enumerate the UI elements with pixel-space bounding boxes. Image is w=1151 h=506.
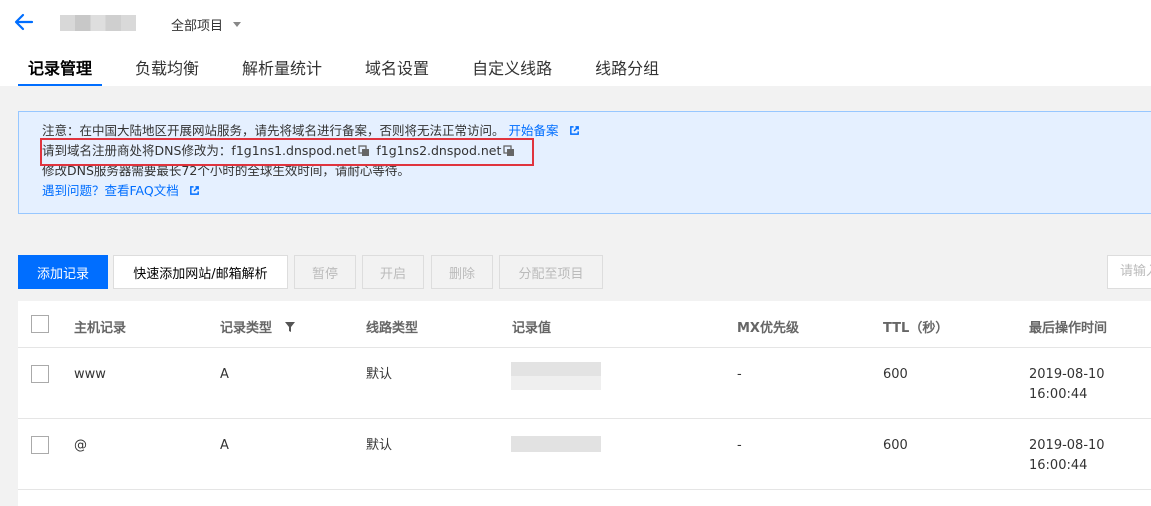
cell-mx: - [737, 367, 742, 382]
add-record-button[interactable]: 添加记录 [18, 255, 108, 289]
table-header: 主机记录 记录类型 线路类型 记录值 MX优先级 TTL（秒） 最后操作时间 [18, 301, 1151, 348]
cell-host: www [74, 367, 106, 382]
back-arrow-icon[interactable] [12, 10, 36, 34]
row-checkbox[interactable] [31, 365, 49, 383]
cell-type: A [220, 367, 229, 382]
domain-name-blurred [60, 15, 136, 31]
cell-ttl: 600 [883, 438, 908, 453]
tab-line-groups[interactable]: 线路分组 [585, 56, 669, 86]
cell-time: 2019-08-10 16:00:44 [1029, 365, 1105, 405]
select-all-checkbox[interactable] [31, 315, 49, 333]
search-input[interactable]: 请输入 [1107, 255, 1151, 289]
column-header-time: 最后操作时间 [1029, 321, 1108, 336]
column-header-value: 记录值 [512, 321, 552, 336]
chevron-down-icon [233, 21, 242, 27]
table-row[interactable]: www A 默认 - 600 2019-08-10 16:00:44 [18, 348, 1151, 419]
external-link-icon[interactable] [569, 125, 580, 136]
column-header-host: 主机记录 [74, 321, 127, 336]
pause-button[interactable]: 暂停 [294, 255, 356, 289]
column-header-type: 记录类型 [220, 317, 295, 336]
column-header-mx: MX优先级 [737, 321, 799, 336]
cell-line: 默认 [366, 438, 393, 453]
tab-bar: 记录管理 负载均衡 解析量统计 域名设置 自定义线路 线路分组 [18, 56, 692, 86]
external-link-icon[interactable] [189, 185, 200, 196]
record-toolbar: 添加记录 快速添加网站/邮箱解析 暂停 开启 删除 分配至项目 请输入 [18, 255, 1151, 289]
project-selector[interactable]: 全部项目 [171, 14, 242, 34]
cell-time-date: 2019-08-10 [1029, 438, 1105, 453]
highlight-annotation-box [40, 138, 534, 166]
faq-link[interactable]: 遇到问题？查看FAQ文档 [42, 183, 179, 198]
cell-line: 默认 [366, 367, 393, 382]
tab-record-management[interactable]: 记录管理 [18, 56, 103, 86]
notice-filing-text: 注意：在中国大陆地区开展网站服务，请先将域名进行备案，否则将无法正常访问。 [42, 123, 505, 138]
column-header-type-label: 记录类型 [220, 321, 273, 336]
row-checkbox[interactable] [31, 436, 49, 454]
assign-project-button[interactable]: 分配至项目 [499, 255, 603, 289]
cell-time-clock: 16:00:44 [1029, 458, 1088, 473]
cell-ttl: 600 [883, 367, 908, 382]
tab-domain-settings[interactable]: 域名设置 [355, 56, 439, 86]
cell-type: A [220, 438, 229, 453]
cell-host: @ [74, 438, 87, 453]
cell-time-date: 2019-08-10 [1029, 367, 1105, 382]
notice-line-faq: 遇到问题？查看FAQ文档 [42, 182, 200, 200]
column-header-line: 线路类型 [366, 321, 419, 336]
tab-custom-lines[interactable]: 自定义线路 [462, 56, 562, 86]
cell-value-blurred [511, 362, 601, 390]
quick-add-button[interactable]: 快速添加网站/邮箱解析 [113, 255, 288, 289]
delete-button[interactable]: 删除 [431, 255, 493, 289]
tab-load-balancing[interactable]: 负载均衡 [125, 56, 209, 86]
project-selector-label: 全部项目 [171, 18, 224, 34]
records-table: 主机记录 记录类型 线路类型 记录值 MX优先级 TTL（秒） 最后操作时间 w… [18, 301, 1151, 506]
enable-button[interactable]: 开启 [362, 255, 424, 289]
start-filing-link[interactable]: 开始备案 [509, 123, 559, 138]
column-header-ttl: TTL（秒） [883, 321, 949, 336]
top-bar: 全部项目 记录管理 负载均衡 解析量统计 域名设置 自定义线路 线路分组 [0, 0, 1151, 86]
cell-time-clock: 16:00:44 [1029, 387, 1088, 402]
tab-resolution-stats[interactable]: 解析量统计 [232, 56, 332, 86]
filter-icon[interactable] [284, 322, 295, 332]
cell-mx: - [737, 438, 742, 453]
cell-value-blurred [511, 436, 601, 452]
table-row[interactable]: @ A 默认 - 600 2019-08-10 16:00:44 [18, 419, 1151, 490]
cell-time: 2019-08-10 16:00:44 [1029, 436, 1105, 476]
